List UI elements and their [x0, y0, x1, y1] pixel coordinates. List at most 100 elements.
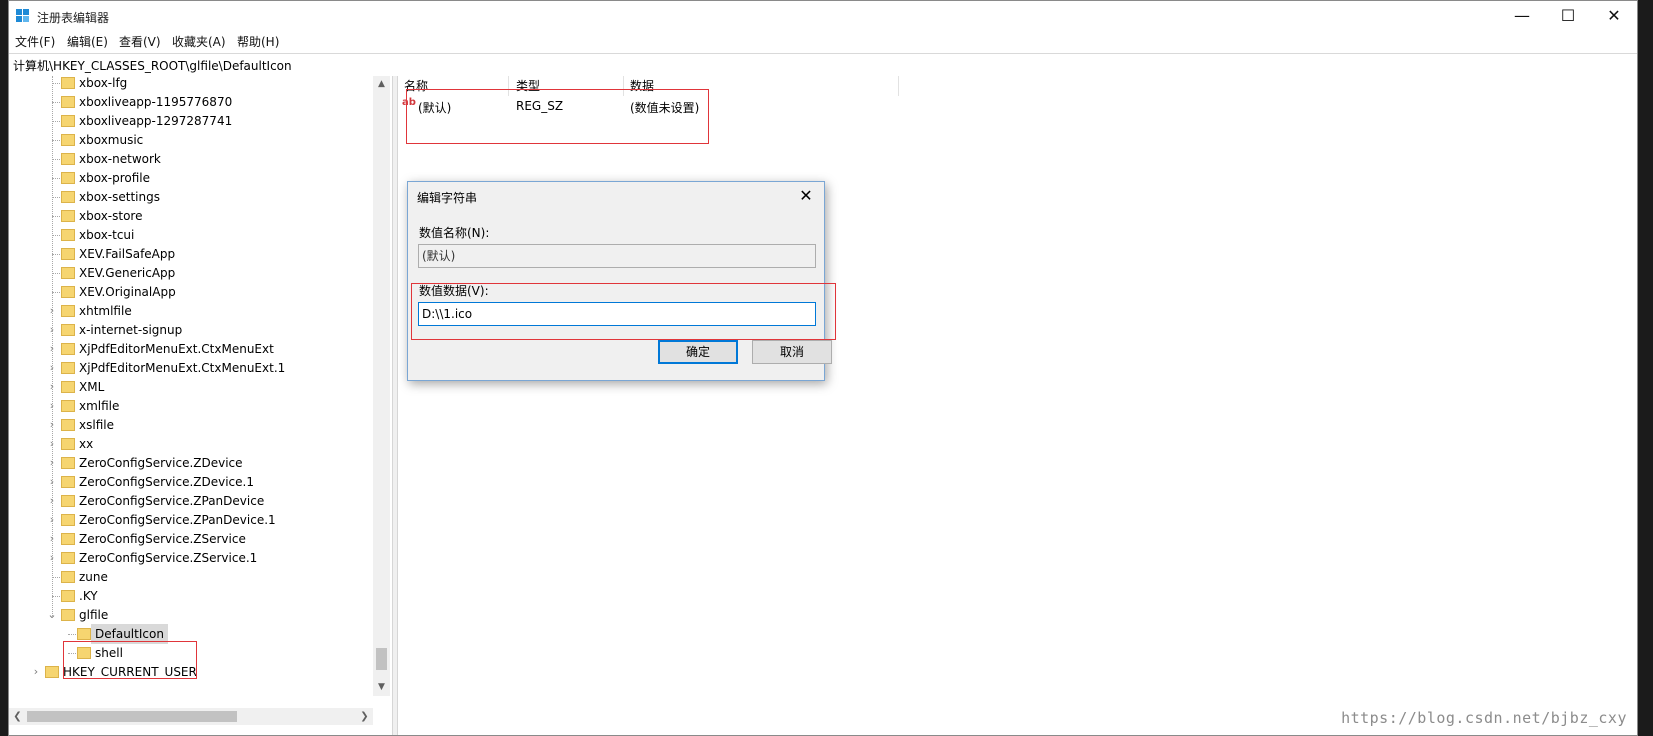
- folder-icon: [61, 115, 75, 127]
- folder-icon: [61, 134, 75, 146]
- folder-icon: [61, 96, 75, 108]
- tree-item[interactable]: › x-internet-signup: [9, 320, 369, 340]
- scroll-right-icon[interactable]: ❯: [356, 708, 373, 725]
- tree-item[interactable]: zune: [9, 567, 369, 587]
- address-path[interactable]: 计算机\HKEY_CLASSES_ROOT\glfile\DefaultIcon: [13, 57, 292, 74]
- tree-connector-line: [52, 577, 60, 578]
- tree-item[interactable]: XEV.OriginalApp: [9, 282, 369, 302]
- regedit-window: 注册表编辑器 — ☐ ✕ 文件(F) 编辑(E) 查看(V) 收藏夹(A) 帮助…: [8, 0, 1638, 736]
- tree-item[interactable]: xbox-lfg: [9, 76, 369, 93]
- folder-icon: [61, 305, 75, 317]
- menu-favorites[interactable]: 收藏夹(A): [172, 33, 226, 50]
- tree-item[interactable]: ⌄ glfile: [9, 605, 369, 625]
- minimize-button[interactable]: —: [1499, 1, 1545, 31]
- tree-scroll-thumb[interactable]: [376, 648, 387, 670]
- folder-icon: [61, 191, 75, 203]
- tree-item-label: xboxliveapp-1195776870: [79, 95, 233, 109]
- folder-icon: [61, 172, 75, 184]
- cancel-button[interactable]: 取消: [752, 340, 832, 364]
- tree-item-label: ZeroConfigService.ZDevice.1: [79, 475, 254, 489]
- scroll-up-icon[interactable]: ▲: [373, 76, 390, 93]
- folder-icon: [61, 609, 75, 621]
- tree-item[interactable]: › xmlfile: [9, 396, 369, 416]
- tree-item-label: XjPdfEditorMenuExt.CtxMenuExt: [79, 342, 274, 356]
- folder-icon: [61, 77, 75, 89]
- menu-help[interactable]: 帮助(H): [237, 33, 279, 50]
- expand-chevron-icon[interactable]: ›: [31, 662, 41, 682]
- tree-connector-line: [68, 634, 76, 635]
- tree-item[interactable]: › XjPdfEditorMenuExt.CtxMenuExt.1: [9, 358, 369, 378]
- tree-item-label: xslfile: [79, 418, 114, 432]
- address-bar[interactable]: 计算机\HKEY_CLASSES_ROOT\glfile\DefaultIcon: [9, 53, 1637, 77]
- tree-item[interactable]: XEV.GenericApp: [9, 263, 369, 283]
- menu-file[interactable]: 文件(F): [15, 33, 55, 50]
- tree-item[interactable]: xbox-store: [9, 206, 369, 226]
- tree-item[interactable]: xbox-network: [9, 149, 369, 169]
- tree-connector-line: [52, 254, 60, 255]
- folder-icon: [61, 229, 75, 241]
- tree-item-label: ZeroConfigService.ZService: [79, 532, 246, 546]
- tree-item-label: XEV.GenericApp: [79, 266, 176, 280]
- scroll-down-icon[interactable]: ▼: [373, 679, 390, 696]
- tree-item[interactable]: › ZeroConfigService.ZService: [9, 529, 369, 549]
- tree-item-label: .KY: [79, 589, 98, 603]
- tree-item[interactable]: xboxliveapp-1195776870: [9, 92, 369, 112]
- tree-connector-line: [52, 178, 60, 179]
- tree-item[interactable]: xboxmusic: [9, 130, 369, 150]
- menu-edit[interactable]: 编辑(E): [67, 33, 108, 50]
- tree-item-label: glfile: [79, 608, 109, 622]
- tree-item[interactable]: › ZeroConfigService.ZPanDevice.1: [9, 510, 369, 530]
- tree-item[interactable]: › ZeroConfigService.ZDevice.1: [9, 472, 369, 492]
- tree-item[interactable]: › xhtmlfile: [9, 301, 369, 321]
- title-bar[interactable]: 注册表编辑器 — ☐ ✕: [9, 1, 1637, 31]
- tree-item[interactable]: › ZeroConfigService.ZPanDevice: [9, 491, 369, 511]
- maximize-button[interactable]: ☐: [1545, 1, 1591, 31]
- tree-item-label: XEV.OriginalApp: [79, 285, 176, 299]
- folder-icon: [61, 248, 75, 260]
- menu-view[interactable]: 查看(V): [119, 33, 161, 50]
- tree-item[interactable]: › XML: [9, 377, 369, 397]
- tree-item[interactable]: › xslfile: [9, 415, 369, 435]
- scroll-left-icon[interactable]: ❮: [9, 708, 26, 725]
- folder-icon: [77, 628, 91, 640]
- tree-item[interactable]: › ZeroConfigService.ZService.1: [9, 548, 369, 568]
- tree-item[interactable]: xbox-tcui: [9, 225, 369, 245]
- tree-item-label: xbox-settings: [79, 190, 160, 204]
- tree-item[interactable]: › XjPdfEditorMenuExt.CtxMenuExt: [9, 339, 369, 359]
- tree-item-label: XML: [79, 380, 105, 394]
- tree-item-label: ZeroConfigService.ZPanDevice: [79, 494, 265, 508]
- folder-icon: [61, 590, 75, 602]
- tree-item[interactable]: xbox-settings: [9, 187, 369, 207]
- menu-bar: 文件(F) 编辑(E) 查看(V) 收藏夹(A) 帮助(H): [9, 31, 1637, 51]
- tree-item[interactable]: › xx: [9, 434, 369, 454]
- folder-icon: [61, 514, 75, 526]
- tree-connector-line: [52, 273, 60, 274]
- tree-vertical-scrollbar[interactable]: ▲ ▼: [373, 76, 390, 696]
- folder-icon: [61, 533, 75, 545]
- folder-icon: [61, 495, 75, 507]
- tree-item-label: xbox-store: [79, 209, 143, 223]
- folder-icon: [61, 552, 75, 564]
- tree-item-label: ZeroConfigService.ZPanDevice.1: [79, 513, 276, 527]
- column-separator[interactable]: [898, 76, 899, 96]
- folder-icon: [61, 381, 75, 393]
- folder-icon: [61, 343, 75, 355]
- folder-icon: [61, 267, 75, 279]
- tree-item-label: xmlfile: [79, 399, 120, 413]
- tree-item-label: xbox-lfg: [79, 76, 128, 90]
- tree-horizontal-scrollbar[interactable]: ❮ ❯: [9, 708, 373, 725]
- tree-item[interactable]: › ZeroConfigService.ZDevice: [9, 453, 369, 473]
- tree-item[interactable]: xbox-profile: [9, 168, 369, 188]
- tree-connector-line: [52, 140, 60, 141]
- edit-string-dialog: 编辑字符串 ✕ 数值名称(N): (默认) 数值数据(V): D:\\1.ico…: [407, 181, 832, 381]
- tree-item[interactable]: xboxliveapp-1297287741: [9, 111, 369, 131]
- tree-hscroll-thumb[interactable]: [27, 711, 237, 722]
- close-button[interactable]: ✕: [1591, 1, 1637, 31]
- annotation-highlight-box: [63, 641, 197, 679]
- tree-item-label: xboxmusic: [79, 133, 144, 147]
- dialog-close-icon[interactable]: ✕: [796, 184, 816, 208]
- tree-item[interactable]: .KY: [9, 586, 369, 606]
- tree-item[interactable]: XEV.FailSafeApp: [9, 244, 369, 264]
- ok-button[interactable]: 确定: [658, 340, 738, 364]
- folder-icon: [61, 286, 75, 298]
